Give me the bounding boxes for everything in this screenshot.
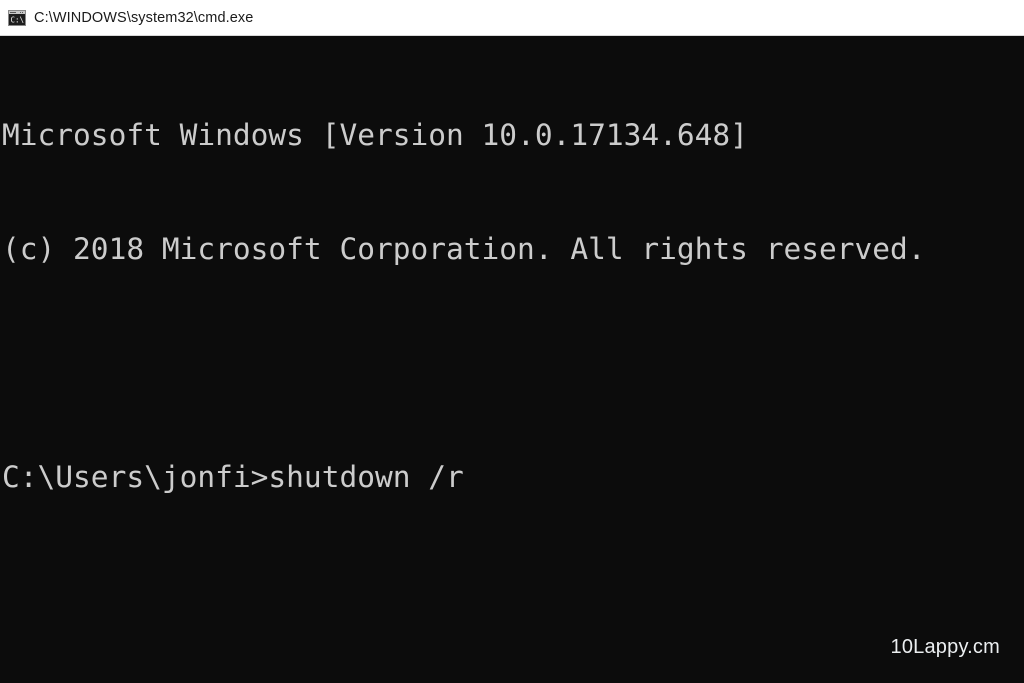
console-line-blank [2,344,1024,382]
console-text: Microsoft Windows [Version 10.0.17134.64… [2,40,1024,572]
watermark: 10Lappy.cm [890,636,1000,658]
console-line-copyright: (c) 2018 Microsoft Corporation. All righ… [2,232,926,266]
svg-text:C:\: C:\ [11,15,25,24]
window-title: C:\WINDOWS\system32\cmd.exe [34,9,254,26]
title-bar[interactable]: C:\ C:\WINDOWS\system32\cmd.exe [0,0,1024,36]
cmd-window: C:\ C:\WINDOWS\system32\cmd.exe Microsof… [0,0,1024,683]
console-line-prompt: C:\Users\jonfi>shutdown /r [2,460,464,494]
console-line-banner: Microsoft Windows [Version 10.0.17134.64… [2,118,748,152]
cmd-console-icon: C:\ [8,9,26,26]
console-output-area[interactable]: Microsoft Windows [Version 10.0.17134.64… [0,36,1024,683]
